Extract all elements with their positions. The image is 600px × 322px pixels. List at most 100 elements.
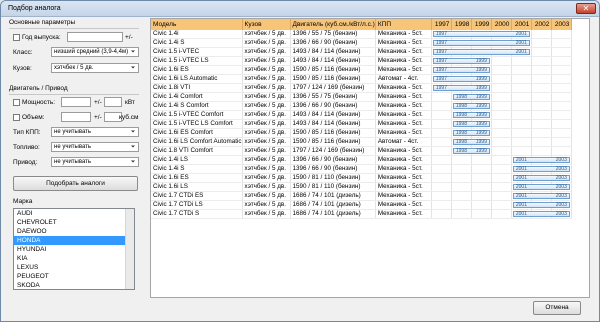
column-header[interactable]: Кузов	[242, 19, 291, 30]
cell-gearbox: Механика - 5ст.	[375, 47, 432, 58]
table-row[interactable]: Civic 1.6i LS хэтчбек / 5 дв. 1590 / 81 / …	[151, 182, 572, 193]
brand-list-item[interactable]: KIA	[14, 254, 125, 263]
engine-heading: Двигатель / Привод	[9, 85, 68, 92]
volume-checkbox[interactable]	[13, 114, 20, 121]
year-cell	[551, 38, 572, 49]
brand-list-item[interactable]: SKODA	[14, 281, 125, 289]
year-column-header[interactable]: 2003	[551, 19, 572, 30]
year-cell	[451, 65, 472, 76]
year-cell	[491, 191, 512, 202]
bar-start-year: 1997	[435, 31, 447, 37]
find-analogs-button[interactable]: Подобрать аналоги	[13, 176, 138, 191]
class-select[interactable]: низший средний (3,9-4,4м)	[51, 47, 139, 57]
column-header[interactable]: Модель	[151, 19, 243, 30]
year-cell	[431, 155, 452, 166]
year-cell	[451, 182, 472, 193]
year-cell: 2001 2003	[511, 182, 570, 193]
brand-list-item[interactable]: HYUNDAI	[14, 245, 125, 254]
cell-gearbox: Механика - 5ст.	[375, 119, 432, 130]
volume-input[interactable]	[61, 112, 91, 122]
bar-start-year: 1998	[455, 112, 467, 119]
table-row[interactable]: Civic 1.8i VTI хэтчбек / 5 дв. 1797 / 124 …	[151, 83, 572, 94]
table-row[interactable]: Civic 1.5 i-VTEC LS Comfort хэтчбек / 5 д…	[151, 119, 572, 130]
table-row[interactable]: Civic 1.6i ES Comfort хэтчбек / 5 дв. 1590…	[151, 128, 572, 139]
year-column-header[interactable]: 2000	[491, 19, 512, 30]
cell-engine: 1396 / 55 / 75 (бензин)	[290, 30, 376, 40]
year-cell	[491, 38, 512, 49]
power-input[interactable]	[61, 97, 91, 107]
year-cell	[551, 128, 572, 139]
year-cell	[491, 155, 512, 166]
body-select[interactable]: хэтчбек / 5 дв.	[51, 63, 139, 73]
table-row[interactable]: Civic 1.4i хэтчбек / 5 дв. 1396 / 55 / 75 …	[151, 30, 572, 40]
body-value: хэтчбек / 5 дв.	[54, 65, 94, 71]
year-column-header[interactable]: 1998	[451, 19, 472, 30]
table-row[interactable]: Civic 1.4i Sхэтчбек / 5 дв. 1396 / 66 / 9…	[151, 164, 572, 175]
cell-gearbox: Механика - 5ст.	[375, 173, 432, 184]
cancel-button[interactable]: Отмена	[533, 301, 581, 315]
year-cell	[491, 30, 512, 40]
table-row[interactable]: Civic 1.7 CTDi LS хэтчбек / 5 дв. 1686 / 7…	[151, 200, 572, 211]
brand-list-item[interactable]: CHEVROLET	[14, 218, 125, 227]
year-cell	[531, 74, 552, 85]
table-row[interactable]: Civic 1.4i LS хэтчбек / 5 дв. 1396 / 66 / …	[151, 155, 572, 166]
year-cell	[491, 56, 512, 67]
cell-engine: 1396 / 66 / 90 (бензин)	[290, 155, 376, 166]
year-input[interactable]	[67, 32, 123, 42]
year-column-header[interactable]: 1997	[431, 19, 452, 30]
table-row[interactable]: Civic 1.7 CTDi Sхэтчбек / 5 дв. 1686 / 74…	[151, 209, 572, 220]
table-row[interactable]: Civic 1.5 i-VTEC LS хэтчбек / 5 дв. 1493 /…	[151, 56, 572, 67]
brand-list-item[interactable]: LEXUS	[14, 263, 125, 272]
fuel-select[interactable]: не учитывать	[51, 142, 139, 152]
table-row[interactable]: Civic 1.8 VTI Comfort хэтчбек / 5 дв. 1797…	[151, 146, 572, 157]
cell-engine: 1396 / 66 / 90 (бензин)	[290, 164, 376, 175]
power-checkbox[interactable]	[13, 99, 20, 106]
table-row[interactable]: Civic 1.5 i-VTEC Comfort хэтчбек / 5 дв. 1…	[151, 110, 572, 121]
cell-body: хэтчбек / 5 дв.	[242, 146, 291, 157]
drive-select[interactable]: не учитывать	[51, 157, 139, 167]
table-row[interactable]: Civic 1.4i Sхэтчбек / 5 дв. 1396 / 66 / 9…	[151, 38, 572, 49]
year-cell	[551, 74, 572, 85]
cell-engine: 1590 / 85 / 116 (бензин)	[290, 128, 376, 139]
table-row[interactable]: Civic 1.6i LS Comfort Automatic хэтчбек /…	[151, 137, 572, 148]
brand-list-item[interactable]: AUDI	[14, 209, 125, 218]
cell-engine: 1493 / 84 / 114 (бензин)	[290, 47, 376, 58]
year-cell: 1997 1999	[431, 74, 490, 85]
cell-body: хэтчбек / 5 дв.	[242, 209, 291, 220]
brand-list-item[interactable]: PEUGEOT	[14, 272, 125, 281]
year-cell	[491, 128, 512, 139]
year-cell	[471, 146, 492, 157]
table-row[interactable]: Civic 1.4i Comfort хэтчбек / 5 дв. 1396 / …	[151, 92, 572, 103]
year-column-header[interactable]: 1999	[471, 19, 492, 30]
year-cell	[451, 209, 472, 220]
year-checkbox[interactable]	[13, 34, 20, 41]
title-bar: Подбор аналога ✕	[1, 1, 599, 17]
table-row[interactable]: Civic 1.6i ES хэтчбек / 5 дв. 1590 / 81 / …	[151, 173, 572, 184]
cell-model: Civic 1.4i S	[151, 38, 243, 49]
table-row[interactable]: Civic 1.6i LS Automatic хэтчбек / 5 дв. 15…	[151, 74, 572, 85]
year-cell	[551, 146, 572, 157]
brand-list[interactable]: AUDI CHEVROLET DAEWOO HONDA HYUNDAI KIA LEXUS P…	[13, 208, 135, 290]
year-cell	[471, 137, 492, 148]
brand-list-item[interactable]: DAEWOO	[14, 227, 125, 236]
year-cell	[511, 119, 532, 130]
close-button[interactable]: ✕	[576, 3, 596, 14]
table-row[interactable]: Civic 1.5 i-VTEC хэтчбек / 5 дв. 1493 / 84…	[151, 47, 572, 58]
table-row[interactable]: Civic 1.4i S Comfort хэтчбек / 5 дв. 1396 …	[151, 101, 572, 112]
cell-model: Civic 1.6i ES	[151, 173, 243, 184]
column-header[interactable]: Двигатель (куб.см./кВт/л.с.)	[290, 19, 376, 30]
table-row[interactable]: Civic 1.6i ES хэтчбек / 5 дв. 1590 / 85 / …	[151, 65, 572, 76]
year-column-header[interactable]: 2002	[531, 19, 552, 30]
analogs-grid[interactable]: Модель Кузов Двигатель (куб.см./кВт/л.с.) К…	[150, 18, 590, 298]
drive-label: Привод:	[13, 159, 38, 166]
brand-list-scrollbar[interactable]	[125, 209, 134, 289]
year-cell	[431, 101, 452, 112]
brand-list-item[interactable]: HONDA	[14, 236, 125, 245]
gearbox-select[interactable]: не учитывать	[51, 127, 139, 137]
year-cell	[451, 56, 472, 67]
year-column-header[interactable]: 2001	[511, 19, 532, 30]
params-divider	[9, 28, 139, 29]
table-row[interactable]: Civic 1.7 CTDi ES хэтчбек / 5 дв. 1686 / 7…	[151, 191, 572, 202]
column-header[interactable]: КПП	[375, 19, 432, 30]
power-delta-input[interactable]	[104, 97, 122, 107]
